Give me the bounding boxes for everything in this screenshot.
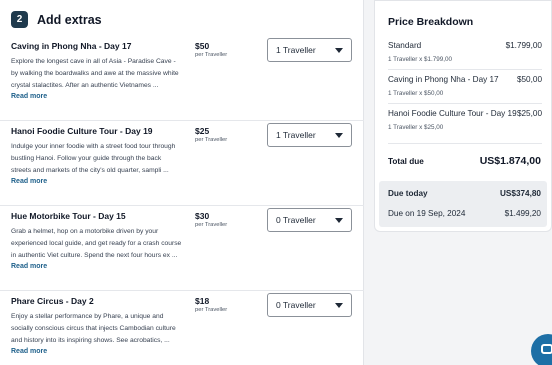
extra-item: Phare Circus - Day 2 Enjoy a stellar per… — [0, 290, 364, 365]
extras-title: Add extras — [37, 12, 102, 27]
traveller-select-value: 1 Traveller — [276, 130, 316, 140]
chevron-down-icon — [335, 132, 343, 138]
read-more-link[interactable]: Read more — [11, 263, 47, 270]
price-line-name: Standard — [388, 41, 422, 50]
price-line-amount: $50,00 — [516, 75, 542, 84]
extra-name: Hanoi Foodie Culture Tour - Day 19 — [11, 126, 153, 136]
price-breakdown-panel: Price Breakdown Standard $1.799,00 1 Tra… — [374, 0, 552, 232]
extras-panel: 2 Add extras Caving in Phong Nha - Day 1… — [0, 0, 364, 365]
extra-name: Caving in Phong Nha - Day 17 — [11, 41, 132, 51]
extra-description: Indulge your inner foodie with a street … — [11, 143, 176, 174]
traveller-select[interactable]: 0 Traveller — [267, 208, 352, 232]
price-line-amount: $25,00 — [516, 109, 542, 118]
per-traveller-label: per Traveller — [195, 307, 228, 313]
extras-header: 2 Add extras — [11, 11, 102, 28]
chevron-down-icon — [335, 217, 343, 223]
extra-name: Hue Motorbike Tour - Day 15 — [11, 211, 126, 221]
due-today-amount: US$374,80 — [500, 189, 541, 198]
traveller-select-value: 1 Traveller — [276, 45, 316, 55]
read-more-link[interactable]: Read more — [11, 178, 47, 185]
chat-icon — [541, 344, 552, 354]
price-line-name: Hanoi Foodie Culture Tour - Day 19 — [388, 109, 517, 118]
extra-item: Hanoi Foodie Culture Tour - Day 19 Indul… — [0, 120, 364, 211]
extra-price: $25 — [195, 126, 210, 136]
due-later-label: Due on 19 Sep, 2024 — [388, 209, 466, 218]
price-line-detail: 1 Traveller x $25,00 — [388, 124, 444, 131]
per-traveller-label: per Traveller — [195, 222, 228, 228]
read-more-link[interactable]: Read more — [11, 348, 47, 355]
divider — [388, 143, 542, 144]
traveller-select[interactable]: 1 Traveller — [267, 38, 352, 62]
extra-description: Enjoy a stellar performance by Phare, a … — [11, 313, 176, 344]
extra-item: Hue Motorbike Tour - Day 15 Grab a helme… — [0, 205, 364, 296]
extra-price: $30 — [195, 211, 210, 221]
per-traveller-label: per Traveller — [195, 52, 228, 58]
traveller-select-value: 0 Traveller — [276, 215, 316, 225]
price-breakdown-title: Price Breakdown — [388, 16, 474, 28]
divider — [388, 103, 542, 104]
extra-price: $18 — [195, 296, 210, 306]
price-line-detail: 1 Traveller x $1.799,00 — [388, 56, 453, 63]
per-traveller-label: per Traveller — [195, 137, 228, 143]
traveller-select[interactable]: 0 Traveller — [267, 293, 352, 317]
due-later-amount: $1.499,20 — [504, 209, 541, 218]
due-schedule: Due today US$374,80 Due on 19 Sep, 2024 … — [379, 181, 547, 227]
extra-price: $50 — [195, 41, 210, 51]
chevron-down-icon — [335, 47, 343, 53]
chevron-down-icon — [335, 302, 343, 308]
traveller-select[interactable]: 1 Traveller — [267, 123, 352, 147]
extra-description: Grab a helmet, hop on a motorbike driven… — [11, 228, 182, 259]
price-line-detail: 1 Traveller x $50,00 — [388, 90, 444, 97]
read-more-link[interactable]: Read more — [11, 93, 47, 100]
price-line-amount: $1.799,00 — [505, 41, 542, 50]
chat-button[interactable] — [531, 334, 552, 365]
divider — [388, 69, 542, 70]
price-line-name: Caving in Phong Nha - Day 17 — [388, 75, 499, 84]
extra-item: Caving in Phong Nha - Day 17 Explore the… — [0, 38, 364, 126]
due-today-label: Due today — [388, 189, 428, 198]
traveller-select-value: 0 Traveller — [276, 300, 316, 310]
step-badge: 2 — [11, 11, 28, 28]
extra-name: Phare Circus - Day 2 — [11, 296, 94, 306]
extra-description: Explore the longest cave in all of Asia … — [11, 58, 179, 89]
total-due-label: Total due — [388, 157, 424, 166]
total-due-amount: US$1.874,00 — [479, 155, 541, 167]
